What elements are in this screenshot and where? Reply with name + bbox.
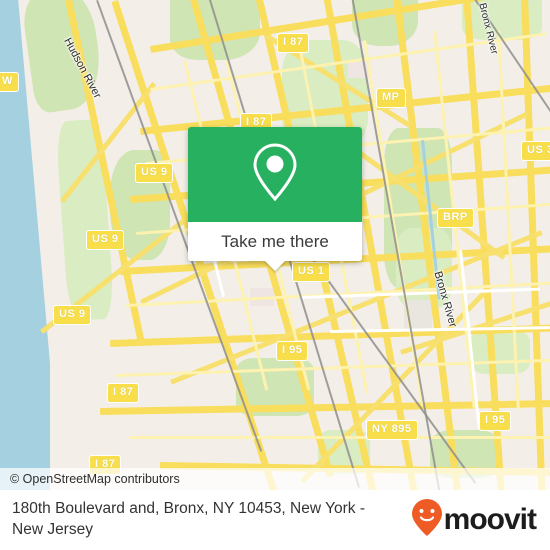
map-pin-icon — [251, 141, 299, 208]
highway-shield: NY 895 — [366, 420, 418, 440]
moovit-smiley-pin-icon — [410, 498, 444, 543]
highway-shield: I 95 — [479, 411, 512, 431]
moovit-wordmark: moovit — [443, 503, 537, 536]
highway-shield: US 1 — [292, 262, 331, 282]
popup-pointer-tail — [264, 260, 286, 271]
footer-bar: 180th Boulevard and, Bronx, NY 10453, Ne… — [0, 490, 550, 550]
attribution-text: © OpenStreetMap contributors — [10, 472, 180, 486]
location-title: 180th Boulevard and, Bronx, NY 10453, Ne… — [12, 500, 365, 538]
popup-header — [188, 127, 362, 222]
take-me-there-label: Take me there — [221, 231, 329, 251]
highway-shield: US 9 — [53, 305, 92, 325]
park-east — [470, 330, 530, 374]
highway-shield: I 95 — [276, 341, 309, 361]
map-screenshot: Hudson River Bronx River Bronx River I 8… — [0, 0, 550, 550]
moovit-logo[interactable]: moovit — [410, 498, 550, 543]
highway-shield: US 9 — [135, 163, 174, 183]
road-minor-12 — [130, 436, 550, 439]
highway-shield: MP — [376, 88, 406, 108]
map-attribution: © OpenStreetMap contributors — [0, 468, 550, 490]
highway-shield: US 3 — [521, 141, 550, 161]
highway-shield: W — [0, 72, 19, 92]
take-me-there-popup[interactable]: Take me there — [188, 127, 362, 271]
highway-shield: I 87 — [107, 383, 140, 403]
highway-shield: US 9 — [86, 230, 125, 250]
popup-body[interactable]: Take me there — [188, 222, 362, 261]
highway-shield: I 87 — [277, 33, 310, 53]
highway-shield: BRP — [437, 208, 474, 228]
map-canvas[interactable]: Hudson River Bronx River Bronx River I 8… — [0, 0, 550, 490]
